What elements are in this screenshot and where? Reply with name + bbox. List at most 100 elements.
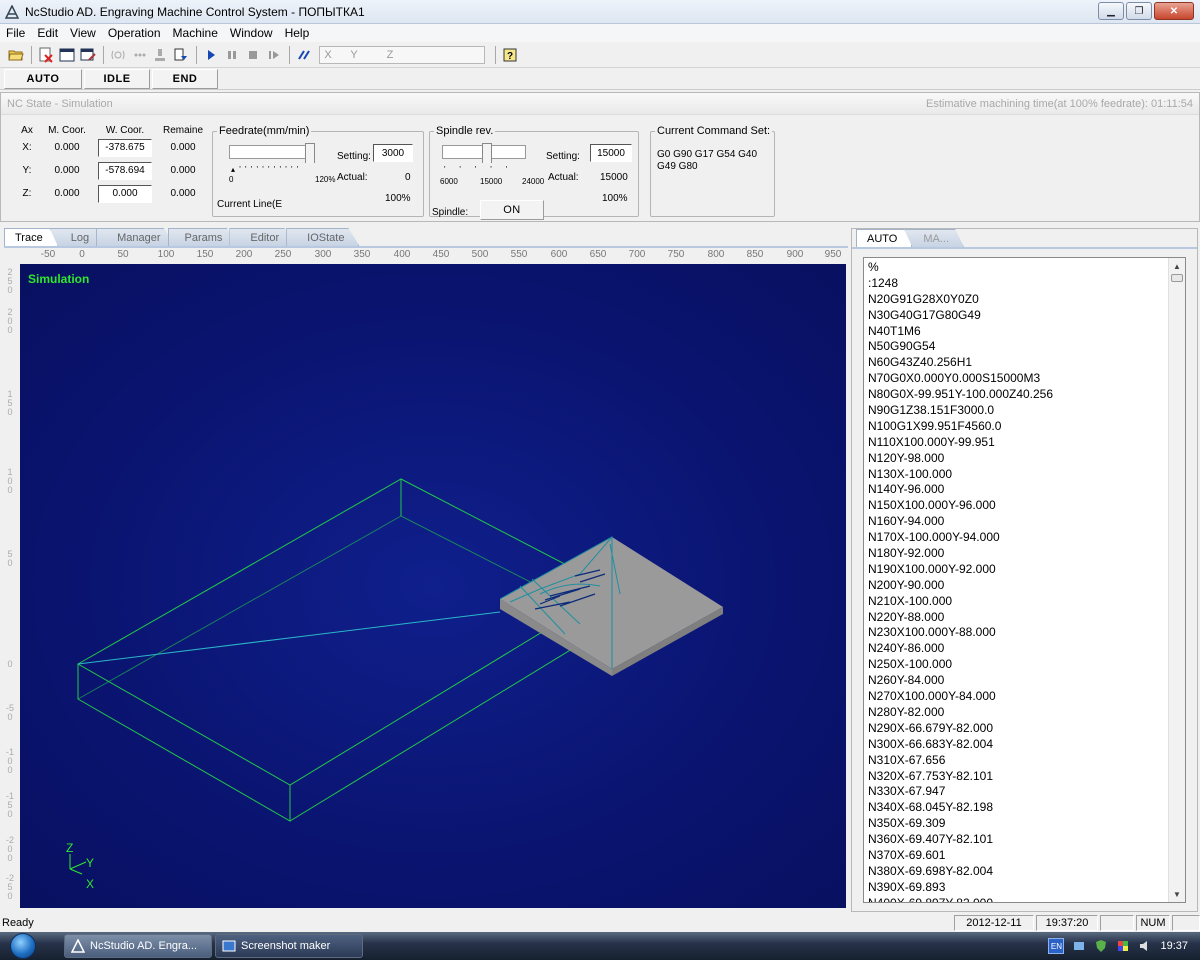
taskbar-item-screenshot[interactable]: Screenshot maker [215,934,363,958]
tab-manual[interactable]: MA... [904,229,965,247]
gcode-line[interactable]: N70G0X0.000Y0.000S15000M3 [868,371,1185,387]
gcode-line[interactable]: N210X-100.000 [868,594,1185,610]
gcode-line[interactable]: N270X100.000Y-84.000 [868,689,1185,705]
gcode-line[interactable]: N20G91G28X0Y0Z0 [868,292,1185,308]
work-coord[interactable]: -578.694 [98,161,152,180]
gcode-line[interactable]: N220Y-88.000 [868,610,1185,626]
gcode-line[interactable]: N160Y-94.000 [868,514,1185,530]
gcode-line[interactable]: N380X-69.698Y-82.004 [868,864,1185,880]
gcode-line[interactable]: N140Y-96.000 [868,482,1185,498]
mode-auto[interactable]: AUTO [4,68,82,89]
gcode-line[interactable]: N280Y-82.000 [868,705,1185,721]
gcode-line[interactable]: N40T1M6 [868,324,1185,340]
gcode-line[interactable]: N190X100.000Y-92.000 [868,562,1185,578]
work-coord[interactable]: -378.675 [98,138,152,157]
coordinate-input[interactable]: X Y Z [319,45,485,64]
gcode-line[interactable]: N150X100.000Y-96.000 [868,498,1185,514]
gcode-line[interactable]: N30G40G17G80G49 [868,308,1185,324]
gcode-line[interactable]: N240Y-86.000 [868,641,1185,657]
minimize-button[interactable]: ▁ [1098,2,1124,20]
close-button[interactable]: ✕ [1154,2,1194,20]
feedrate-slider[interactable] [229,145,313,159]
taskbar-item-ncstudio[interactable]: NcStudio AD. Engra... [64,934,212,958]
gcode-line[interactable]: N330X-67.947 [868,784,1185,800]
scroll-down-icon[interactable]: ▼ [1169,886,1185,902]
menu-window[interactable]: Window [224,26,279,40]
feedrate-setting-input[interactable]: 3000 [373,144,413,162]
mode-idle[interactable]: IDLE [84,68,150,89]
start-button[interactable] [0,932,46,960]
spindle-setting-input[interactable]: 15000 [590,144,632,162]
pause-icon[interactable] [222,45,242,65]
mode-end[interactable]: END [152,68,218,89]
gcode-line[interactable]: % [868,260,1185,276]
gcode-line[interactable]: :1248 [868,276,1185,292]
gcode-line[interactable]: N100G1X99.951F4560.0 [868,419,1185,435]
scrollbar[interactable]: ▲ ▼ [1168,258,1185,902]
flag-icon[interactable] [1116,939,1130,953]
start-icon[interactable] [201,45,221,65]
maximize-button[interactable]: ❐ [1126,2,1152,20]
tab-log[interactable]: Log [49,228,105,246]
gcode-line[interactable]: N260Y-84.000 [868,673,1185,689]
tool-icon[interactable] [150,45,170,65]
menu-operation[interactable]: Operation [102,26,167,40]
menu-file[interactable]: File [0,26,31,40]
menu-edit[interactable]: Edit [31,26,64,40]
gcode-line[interactable]: N300X-66.683Y-82.004 [868,737,1185,753]
feedrate-slider-thumb[interactable] [305,143,315,163]
spindle-slider-thumb[interactable] [482,143,492,163]
gcode-line[interactable]: N130X-100.000 [868,467,1185,483]
gcode-line[interactable]: N50G90G54 [868,339,1185,355]
language-indicator[interactable]: EN [1048,938,1065,954]
network-icon[interactable] [1072,939,1086,953]
menu-help[interactable]: Help [279,26,316,40]
tab-trace[interactable]: Trace [4,228,58,246]
gcode-line[interactable]: N230X100.000Y-88.000 [868,625,1185,641]
gcode-line[interactable]: N400X-69.897Y-82.000 [868,896,1185,902]
stop-icon[interactable] [243,45,263,65]
gcode-line[interactable]: N170X-100.000Y-94.000 [868,530,1185,546]
tab-params[interactable]: Params [167,228,238,246]
speaker-icon[interactable] [1138,939,1152,953]
tab-iostate[interactable]: IOState [286,228,360,246]
menu-view[interactable]: View [64,26,102,40]
tab-auto[interactable]: AUTO [856,229,913,247]
gcode-line[interactable]: N370X-69.601 [868,848,1185,864]
spindle-on-button[interactable]: ON [480,200,544,220]
gcode-line[interactable]: N360X-69.407Y-82.101 [868,832,1185,848]
tab-manager[interactable]: Manager [96,228,176,246]
help-icon[interactable]: ? [500,45,520,65]
gcode-line[interactable]: N180Y-92.000 [868,546,1185,562]
window-icon[interactable] [57,45,77,65]
gcode-line[interactable]: N80G0X-99.951Y-100.000Z40.256 [868,387,1185,403]
scroll-up-icon[interactable]: ▲ [1169,258,1185,274]
simulation-canvas[interactable]: Simulation Z Y X [20,264,846,908]
spindle-on-icon[interactable] [108,45,128,65]
gcode-line[interactable]: N350X-69.309 [868,816,1185,832]
gcode-line[interactable]: N110X100.000Y-99.951 [868,435,1185,451]
gcode-line[interactable]: N320X-67.753Y-82.101 [868,769,1185,785]
gcode-line[interactable]: N90G1Z38.151F3000.0 [868,403,1185,419]
gcode-line[interactable]: N120Y-98.000 [868,451,1185,467]
gcode-line[interactable]: N390X-69.893 [868,880,1185,896]
gcode-line[interactable]: N60G43Z40.256H1 [868,355,1185,371]
shield-icon[interactable] [1094,939,1108,953]
scroll-thumb[interactable] [1171,274,1183,282]
gcode-line[interactable]: N310X-67.656 [868,753,1185,769]
edit-window-icon[interactable] [78,45,98,65]
close-file-icon[interactable] [36,45,56,65]
gcode-line[interactable]: N290X-66.679Y-82.000 [868,721,1185,737]
gcode-line[interactable]: N250X-100.000 [868,657,1185,673]
gcode-list[interactable]: %:1248 N20G91G28X0Y0Z0 N30G40G17G80G49 N40T… [863,257,1186,903]
coolant-icon[interactable] [129,45,149,65]
break-point-icon[interactable] [294,45,314,65]
gcode-line[interactable]: N200Y-90.000 [868,578,1185,594]
work-coord[interactable]: 0.000 [98,184,152,203]
open-folder-icon[interactable] [6,45,26,65]
step-icon[interactable] [264,45,284,65]
taskbar-clock[interactable]: 19:37 [1160,940,1188,952]
menu-machine[interactable]: Machine [167,26,224,40]
gcode-line[interactable]: N340X-68.045Y-82.198 [868,800,1185,816]
tab-editor[interactable]: Editor [229,228,295,246]
